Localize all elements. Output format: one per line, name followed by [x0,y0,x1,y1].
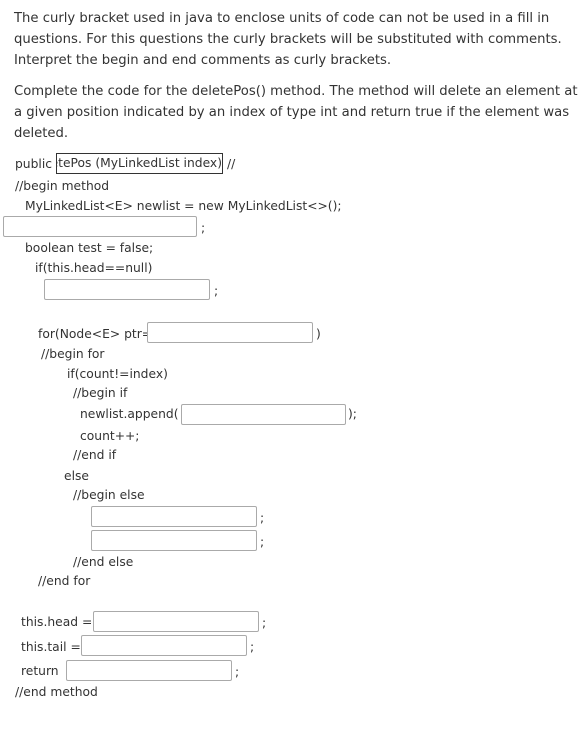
blank-input-2[interactable] [44,279,210,300]
append-close: ); [348,407,357,421]
code-begin-method: //begin method [15,179,110,193]
method-signature-dropdown[interactable]: etePos (MyLinkedList index) [56,153,223,174]
code-newlist: MyLinkedList<E> newlist = new MyLinkedLi… [25,199,342,213]
code-return: return [21,664,59,678]
code-boolean: boolean test = false; [25,241,154,255]
semicolon: ; [260,511,265,525]
semicolon: ; [235,665,240,679]
code-for: for(Node<E> ptr= [38,327,153,341]
code-this-head: this.head = [21,615,93,629]
semicolon: ; [201,221,206,235]
code-public: public [15,157,52,171]
code-begin-else: //begin else [73,488,145,502]
code-end-else: //end else [73,555,134,569]
code-comment: // [227,157,236,171]
code-this-tail: this.tail = [21,640,81,654]
code-begin-if: //begin if [73,386,128,400]
blank-input-9[interactable] [66,660,232,681]
code-count: count++; [80,429,140,443]
code-if-head: if(this.head==null) [35,261,153,275]
blank-input-6[interactable] [91,530,257,551]
semicolon: ; [260,535,265,549]
code-if-count: if(count!=index) [67,367,168,381]
semicolon: ; [250,640,255,654]
instructions-paragraph-2: Complete the code for the deletePos() me… [14,84,578,141]
code-end-if: //end if [73,448,117,462]
blank-input-4[interactable] [181,404,346,425]
blank-input-7[interactable] [93,611,259,632]
close-paren: ) [316,327,321,341]
code-end-method: //end method [15,685,98,699]
blank-input-3[interactable] [147,322,313,343]
blank-input-1[interactable] [3,216,197,237]
semicolon: ; [214,284,219,298]
blank-input-8[interactable] [81,635,247,656]
signature-value: etePos (MyLinkedList index) [56,156,222,170]
semicolon: ; [262,616,267,630]
code-begin-for: //begin for [41,347,105,361]
code-end-for: //end for [38,574,91,588]
instructions-paragraph-1: The curly bracket used in java to enclos… [14,11,562,68]
code-append: newlist.append( [80,407,179,421]
code-else: else [64,469,89,483]
blank-input-5[interactable] [91,506,257,527]
